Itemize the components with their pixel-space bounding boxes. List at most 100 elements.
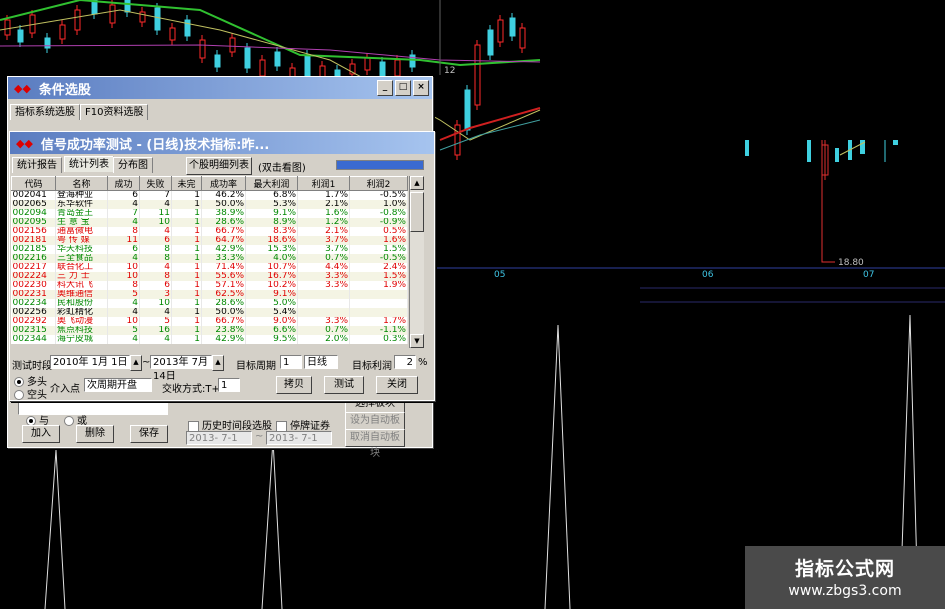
- date-range-dash: ~: [255, 431, 264, 442]
- entry-select[interactable]: 次周期开盘: [84, 378, 152, 392]
- cell-u: 1: [171, 218, 202, 227]
- indicator-spike: [44, 449, 66, 609]
- cell-f: 8: [139, 245, 172, 254]
- suspended-checkbox[interactable]: 停牌证券: [276, 417, 330, 432]
- delete-button[interactable]: 删除: [76, 425, 114, 443]
- target-profit-input[interactable]: 2: [394, 355, 416, 369]
- table-row[interactable]: 002256 彩虹精化 4 4 1 50.0% 5.4%: [11, 308, 408, 317]
- restore-button[interactable]: □: [395, 80, 411, 96]
- cell-p2: 1.6%: [349, 236, 408, 245]
- cell-rate: 28.6%: [201, 299, 246, 308]
- table-scrollbar[interactable]: ▲ ▼: [409, 176, 424, 348]
- scroll-up-icon[interactable]: ▲: [410, 176, 424, 190]
- target-cycle-input[interactable]: 1: [280, 355, 302, 369]
- test-button[interactable]: 测试: [324, 376, 364, 394]
- cell-code: 002230: [11, 281, 56, 290]
- indicator-spike: [261, 439, 283, 609]
- cell-p2: -0.5%: [349, 190, 408, 200]
- table-row[interactable]: 002181 粤 传 媒 11 6 1 64.7% 18.6% 3.7% 1.6%: [11, 236, 408, 245]
- candle-body: [364, 57, 371, 71]
- cell-s: 10: [107, 317, 140, 326]
- set-auto-block-button[interactable]: 设为自动板块: [345, 412, 405, 442]
- close-button[interactable]: ×: [413, 80, 429, 96]
- history-date-from[interactable]: 2013- 7-1: [186, 431, 252, 445]
- axis-date-07: 07: [863, 270, 875, 280]
- cell-name: 焦点科技: [55, 326, 108, 335]
- cell-rate: 42.9%: [201, 245, 246, 254]
- add-button[interactable]: 加入: [22, 425, 60, 443]
- column-header[interactable]: 名称: [55, 176, 108, 191]
- cell-p1: 3.7%: [297, 245, 350, 254]
- end-date-spin[interactable]: ▲: [212, 355, 224, 371]
- cell-code: 002181: [11, 236, 56, 245]
- column-header[interactable]: 利润2: [349, 176, 408, 191]
- stock-detail-list-button[interactable]: 个股明细列表: [186, 157, 252, 175]
- table-row[interactable]: 002292 奥飞动漫 10 5 1 66.7% 9.0% 3.3% 1.7%: [11, 317, 408, 326]
- save-button[interactable]: 保存: [130, 425, 168, 443]
- cell-u: 1: [171, 326, 202, 335]
- cell-rate: 55.6%: [201, 272, 246, 281]
- cell-code: 002315: [11, 326, 56, 335]
- cell-max: 16.7%: [245, 272, 298, 281]
- close-window-button[interactable]: 关闭: [376, 376, 418, 394]
- history-date-to[interactable]: 2013- 7-1: [266, 431, 332, 445]
- tab-distribution[interactable]: 分布图: [113, 157, 153, 173]
- test-start-date[interactable]: 2010年 1月 1日: [50, 355, 130, 369]
- copy-button[interactable]: 拷贝: [276, 376, 312, 394]
- cell-p1: 2.1%: [297, 200, 350, 209]
- candle-body: [17, 29, 24, 43]
- cycle-unit-select[interactable]: 日线: [304, 355, 338, 369]
- condition-window-titlebar[interactable]: ◆◆ 条件选股 _ □ ×: [8, 77, 432, 99]
- minimize-button[interactable]: _: [377, 80, 393, 96]
- double-click-hint: (双击看图): [258, 163, 306, 174]
- start-date-spin[interactable]: ▲: [130, 355, 142, 371]
- signal-window-titlebar[interactable]: ◆◆ 信号成功率测试 - (日线)技术指标:昨...: [10, 132, 434, 154]
- table-row[interactable]: 002156 通富微电 8 4 1 66.7% 8.3% 2.1% 0.5%: [11, 227, 408, 236]
- column-header[interactable]: 利润1: [297, 176, 350, 191]
- table-row[interactable]: 002344 海宁皮城 4 4 1 42.9% 9.5% 2.0% 0.3%: [11, 335, 408, 344]
- table-row[interactable]: 002231 奥维通信 5 3 1 62.5% 9.1%: [11, 290, 408, 299]
- candle-body: [394, 59, 401, 77]
- tab-indicator-select[interactable]: 指标系统选股: [10, 104, 80, 120]
- tab-stat-list[interactable]: 统计列表: [64, 156, 114, 172]
- candle-body: [304, 54, 311, 78]
- trade-input[interactable]: 1: [218, 378, 240, 392]
- table-row[interactable]: 002216 三全食品 4 8 1 33.3% 4.0% 0.7% -0.5%: [11, 254, 408, 263]
- cell-p2: -0.8%: [349, 209, 408, 218]
- table-row[interactable]: 002224 三 力 士 10 8 1 55.6% 16.7% 3.3% 1.5%: [11, 272, 408, 281]
- short-radio[interactable]: 空头: [14, 386, 47, 401]
- table-header-row: 代码 名称 成功 失败 未完 成功率 最大利润 利润1 利润2: [11, 176, 408, 191]
- column-header[interactable]: 最大利润: [245, 176, 298, 191]
- cell-name: 海宁皮城: [55, 335, 108, 344]
- scroll-thumb[interactable]: [410, 192, 424, 232]
- cell-rate: 66.7%: [201, 317, 246, 326]
- column-header[interactable]: 成功率: [201, 176, 246, 191]
- cell-s: 6: [107, 245, 140, 254]
- cell-p1: 1.6%: [297, 209, 350, 218]
- cell-max: 9.1%: [245, 209, 298, 218]
- scroll-down-icon[interactable]: ▼: [410, 334, 424, 348]
- column-header[interactable]: 成功: [107, 176, 140, 191]
- test-end-date[interactable]: 2013年 7月14日: [150, 355, 212, 382]
- table-row[interactable]: 002217 联合化工 10 4 1 71.4% 10.7% 4.4% 2.4%: [11, 263, 408, 272]
- column-header[interactable]: 未完: [171, 176, 202, 191]
- cancel-auto-block-button[interactable]: 取消自动板块: [345, 429, 405, 459]
- table-row[interactable]: 002185 华天科技 6 8 1 42.9% 15.3% 3.7% 1.5%: [11, 245, 408, 254]
- column-header[interactable]: 代码: [11, 176, 56, 191]
- table-row[interactable]: 002234 民和股份 4 10 1 28.6% 5.0%: [11, 299, 408, 308]
- tab-stat-report[interactable]: 统计报告: [12, 157, 62, 173]
- watermark: 指标公式网 www.zbgs3.com: [745, 546, 945, 609]
- tab-f10-select[interactable]: F10资料选股: [80, 104, 149, 120]
- watermark-title: 指标公式网: [794, 558, 895, 580]
- candle-body: [184, 19, 191, 37]
- column-header[interactable]: 失败: [139, 176, 172, 191]
- table-row[interactable]: 002315 焦点科技 5 16 1 23.8% 6.6% 0.7% -1.1%: [11, 326, 408, 335]
- table-row[interactable]: 002065 东华软件 4 4 1 50.0% 5.3% 2.1% 1.0%: [11, 200, 408, 209]
- history-period-checkbox[interactable]: 历史时间段选股: [188, 417, 272, 432]
- table-row[interactable]: 002094 青岛金王 7 11 1 38.9% 9.1% 1.6% -0.8%: [11, 209, 408, 218]
- table-row[interactable]: 002095 生 意 宝 4 10 1 28.6% 8.9% 1.2% -0.9%: [11, 218, 408, 227]
- table-row[interactable]: 002041 登海种业 6 7 1 46.2% 6.8% 1.7% -0.5%: [11, 190, 408, 200]
- cell-p2: 1.9%: [349, 281, 408, 290]
- candle-body: [379, 61, 386, 77]
- table-row[interactable]: 002230 科大讯飞 8 6 1 57.1% 10.2% 3.3% 1.9%: [11, 281, 408, 290]
